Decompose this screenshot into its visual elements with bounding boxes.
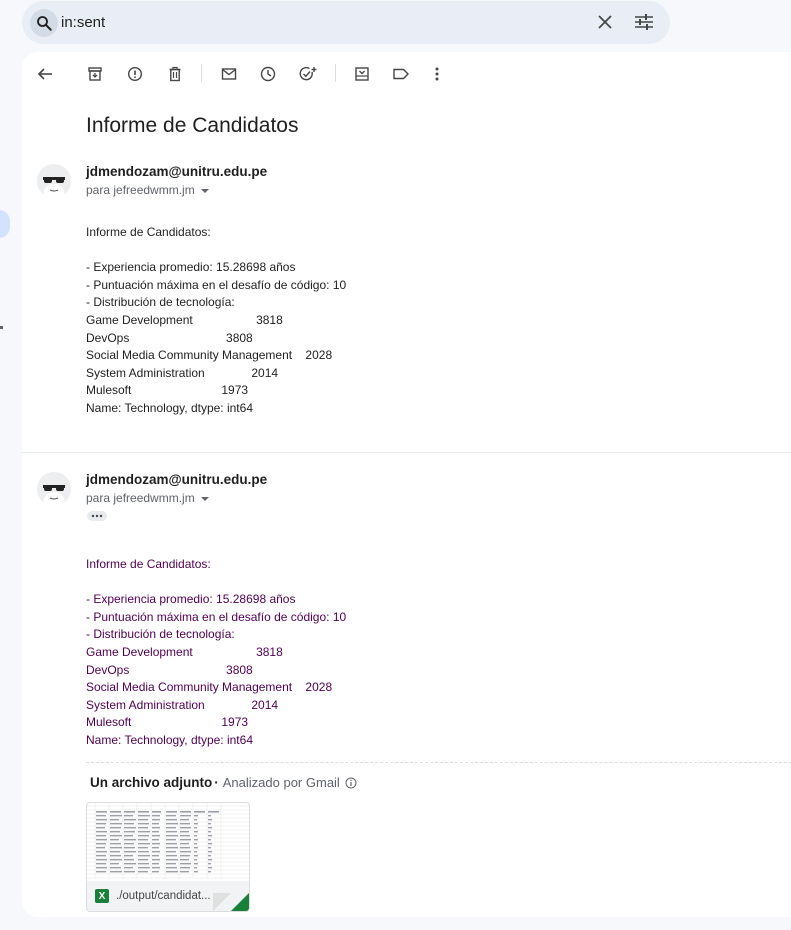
attachments-header: Un archivo adjunto · Analizado por Gmail [90, 775, 357, 790]
more-vert-icon[interactable] [426, 63, 448, 85]
recipients[interactable]: para jefreedwmm.jm [86, 183, 209, 197]
avatar[interactable] [37, 164, 71, 198]
search-bar[interactable]: in:sent [22, 1, 670, 44]
search-input[interactable]: in:sent [61, 14, 105, 31]
separator-dot: · [214, 775, 219, 790]
message-body: Informe de Candidatos: - Experiencia pro… [86, 225, 347, 415]
recipients-label: para jefreedwmm.jm [86, 183, 195, 197]
sender-email[interactable]: jdmendozam@unitru.edu.pe [86, 164, 267, 179]
archive-icon[interactable] [84, 63, 106, 85]
move-to-icon[interactable] [351, 63, 373, 85]
nav-indicator [0, 210, 10, 238]
snooze-icon[interactable] [257, 63, 279, 85]
clear-search-icon[interactable] [595, 12, 615, 32]
report-spam-icon[interactable] [124, 63, 146, 85]
chevron-down-icon[interactable] [200, 183, 209, 197]
delete-icon[interactable] [164, 63, 186, 85]
attachment-card[interactable]: X ./output/candidat... [86, 802, 250, 912]
scan-status: Analizado por Gmail [222, 775, 340, 790]
sender-email[interactable]: jdmendozam@unitru.edu.pe [86, 472, 267, 487]
recipients[interactable]: para jefreedwmm.jm [86, 491, 209, 505]
nav-marker [0, 326, 3, 329]
chevron-down-icon[interactable] [200, 491, 209, 505]
email-subject: Informe de Candidatos [86, 114, 299, 137]
show-trimmed-content-button[interactable] [87, 511, 107, 521]
message-divider [22, 452, 791, 453]
search-icon[interactable] [30, 9, 58, 37]
avatar[interactable] [37, 472, 71, 506]
add-task-icon[interactable] [297, 63, 319, 85]
attachment-filename: ./output/candidat... [116, 890, 211, 902]
mark-unread-icon[interactable] [218, 63, 240, 85]
search-options-icon[interactable] [634, 12, 654, 32]
quoted-message-body: Informe de Candidatos: - Experiencia pro… [86, 557, 347, 747]
page-fold [213, 893, 231, 911]
toolbar-divider [335, 64, 336, 82]
spreadsheet-preview [87, 803, 249, 879]
recipients-label: para jefreedwmm.jm [86, 491, 195, 505]
label-icon[interactable] [390, 63, 412, 85]
toolbar-divider [201, 64, 202, 82]
message-view: Informe de Candidatos jdmendozam@unitru.… [22, 52, 791, 917]
back-arrow-icon[interactable] [34, 63, 56, 85]
attachments-count: Un archivo adjunto [90, 775, 213, 790]
info-icon[interactable] [345, 777, 357, 789]
sheets-corner-icon [231, 893, 249, 911]
attachments-divider [86, 762, 791, 763]
excel-file-icon: X [95, 889, 109, 903]
